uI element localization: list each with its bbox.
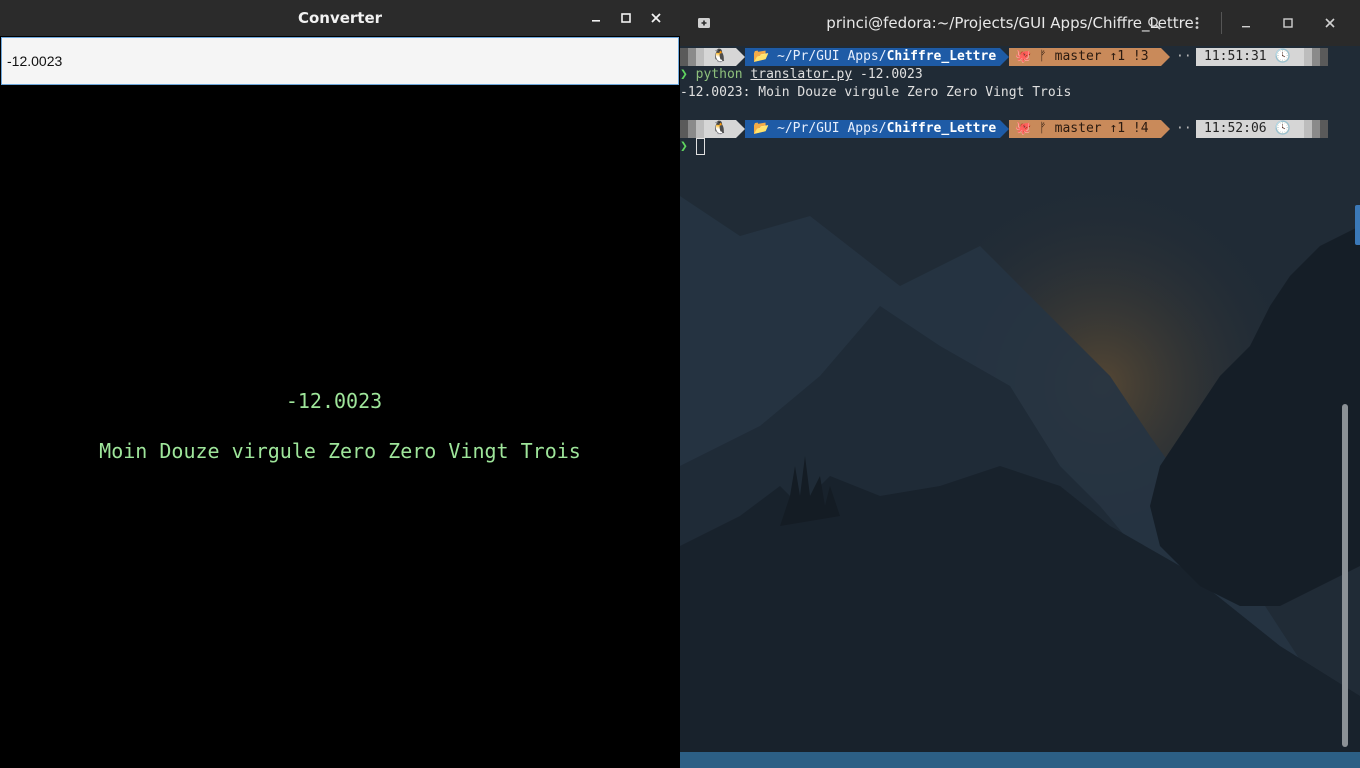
prompt-git-status: 🐙 ᚠ master ↑1 !4 (1009, 120, 1161, 138)
folder-icon: 📂 (753, 49, 778, 64)
folder-icon: 📂 (753, 121, 778, 136)
maximize-button[interactable] (616, 8, 636, 28)
prompt-line: 🐧 📂 ~/Pr/GUI Apps/Chiffre_Lettre 🐙 ᚠ mas… (680, 120, 1340, 138)
clock-icon: 🕓 (1274, 49, 1291, 64)
minimize-icon (1242, 26, 1250, 28)
prompt-git-status: 🐙 ᚠ master ↑1 !3 (1009, 48, 1161, 66)
github-icon: 🐙 (1015, 49, 1040, 64)
converter-window: Converter -12.0023 Moin Douze virgule Ze… (0, 0, 680, 768)
wallpaper-landscape (680, 46, 1360, 752)
prompt-time: 11:52:06 🕓 (1196, 120, 1304, 138)
search-button[interactable] (1142, 11, 1166, 35)
close-icon (651, 13, 661, 23)
terminal-maximize-button[interactable] (1276, 11, 1300, 35)
words-display: Moin Douze virgule Zero Zero Vingt Trois (99, 439, 581, 463)
number-display: -12.0023 (285, 389, 383, 413)
number-input[interactable] (1, 37, 679, 85)
command-output: -12.0023: Moin Douze virgule Zero Zero V… (680, 85, 1072, 100)
desktop-edge-widget (1355, 205, 1360, 245)
maximize-icon (621, 13, 631, 23)
git-branch-icon: ᚠ (1039, 121, 1055, 136)
minimize-button[interactable] (586, 8, 606, 28)
menu-button[interactable] (1185, 11, 1209, 35)
terminal-minimize-button[interactable] (1234, 11, 1258, 35)
close-icon (1325, 18, 1335, 28)
converter-title: Converter (297, 9, 383, 27)
desktop-background-strip (680, 752, 1360, 768)
active-prompt[interactable]: ❯ (680, 138, 705, 156)
command-line: ❯ python translator.py -12.0023 (680, 67, 923, 82)
linux-icon: 🐧 (704, 48, 736, 66)
terminal-window: princi@fedora:~/Projects/GUI Apps/Chiffr… (680, 0, 1360, 752)
close-button[interactable] (646, 8, 666, 28)
search-icon (1148, 17, 1161, 30)
titlebar-separator (1221, 12, 1222, 34)
text-cursor (695, 138, 705, 155)
linux-icon: 🐧 (704, 120, 736, 138)
git-branch-icon: ᚠ (1039, 49, 1055, 64)
kebab-menu-icon (1195, 17, 1199, 29)
prompt-path: 📂 ~/Pr/GUI Apps/Chiffre_Lettre (745, 48, 1000, 66)
terminal-close-button[interactable] (1318, 11, 1342, 35)
clock-icon: 🕓 (1274, 121, 1291, 136)
prompt-line: 🐧 📂 ~/Pr/GUI Apps/Chiffre_Lettre 🐙 ᚠ mas… (680, 48, 1340, 66)
terminal-title: princi@fedora:~/Projects/GUI Apps/Chiffr… (826, 14, 1194, 32)
terminal-titlebar[interactable]: princi@fedora:~/Projects/GUI Apps/Chiffr… (680, 0, 1360, 46)
terminal-scrollbar[interactable] (1342, 404, 1348, 747)
github-icon: 🐙 (1015, 121, 1040, 136)
minimize-icon (592, 20, 600, 22)
prompt-time: 11:51:31 🕓 (1196, 48, 1304, 66)
maximize-icon (1283, 18, 1293, 28)
prompt-path: 📂 ~/Pr/GUI Apps/Chiffre_Lettre (745, 120, 1000, 138)
converter-titlebar[interactable]: Converter (0, 0, 680, 36)
